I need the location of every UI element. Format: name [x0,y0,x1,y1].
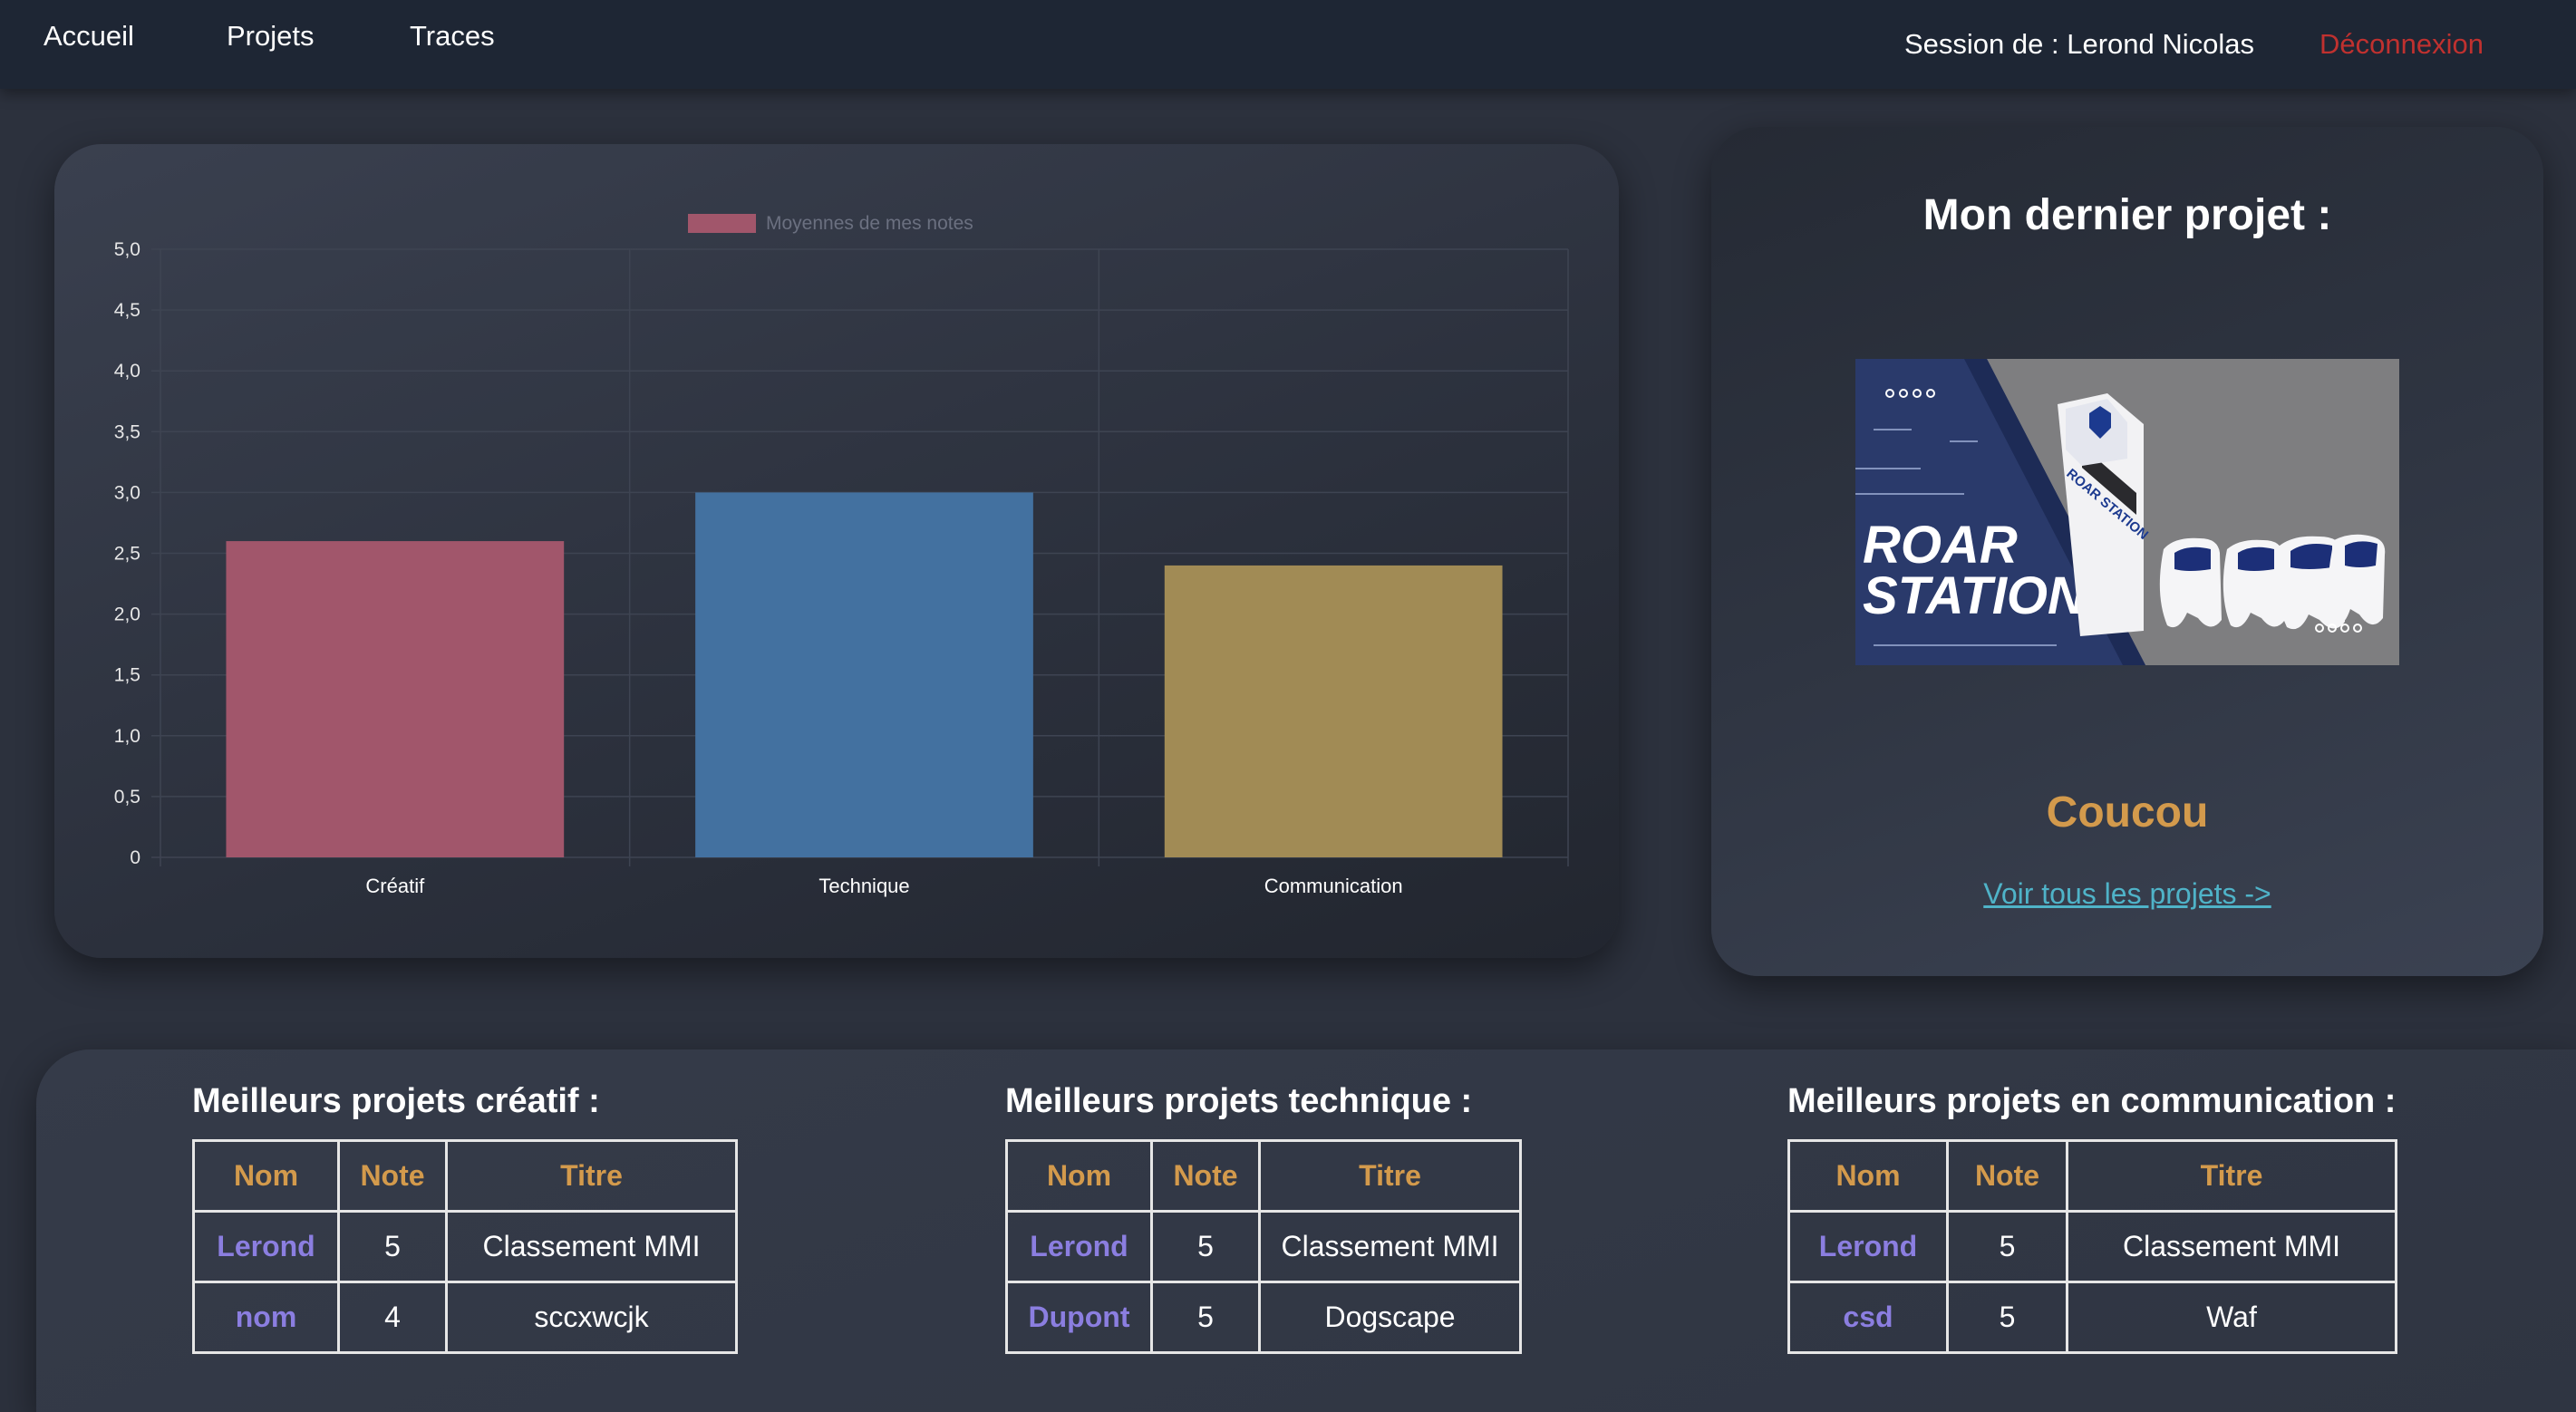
cell-titre: sccxwcjk [445,1281,738,1354]
bar-1 [695,492,1033,857]
y-tick-label: 1,5 [114,665,140,686]
cell-nom: Lerond [1787,1210,1949,1283]
table-title-communication: Meilleurs projets en communication : [1787,1082,2397,1120]
y-tick-label: 2,0 [114,604,140,625]
latest-project-card: Mon dernier projet : ROAR STATION ROAR S… [1711,127,2543,976]
session-label: Session de : Lerond Nicolas [1904,28,2255,60]
cell-note: 5 [1946,1281,2068,1354]
projects-table-creatif: Nom Note Titre Lerond 5 Classement MMI nom 4 scc… [192,1139,738,1354]
y-tick-label: 0,5 [114,787,140,808]
roar-station-image: ROAR STATION ROAR STATION [1855,359,2399,665]
x-tick-label: Créatif [365,875,425,897]
column-header-note: Note [1150,1139,1261,1213]
legend-swatch [688,214,756,233]
bar-chart: 0 0,5 1,0 1,5 2,0 2,5 3,0 3,5 4,0 4,5 5,0 Créatif Te… [114,213,1569,897]
latest-project-name: Coucou [2046,788,2209,837]
cell-nom: Dupont [1005,1281,1153,1354]
column-header-nom: Nom [1787,1139,1949,1213]
cell-nom: nom [192,1281,340,1354]
table-row[interactable]: Lerond 5 Classement MMI [1787,1210,2397,1283]
table-title-technique: Meilleurs projets technique : [1005,1082,1473,1120]
column-header-titre: Titre [2066,1139,2397,1213]
chart-card: 0 0,5 1,0 1,5 2,0 2,5 3,0 3,5 4,0 4,5 5,0 Créatif Te… [54,144,1619,958]
cell-nom: Lerond [1005,1210,1153,1283]
x-tick-label: Communication [1264,875,1403,897]
nav-link-projets[interactable]: Projets [227,20,314,53]
column-header-nom: Nom [1005,1139,1153,1213]
y-tick-label: 0 [130,847,140,868]
cell-titre: Waf [2066,1281,2397,1354]
cell-note: 5 [1150,1281,1261,1354]
y-tick-label: 4,0 [114,361,140,382]
y-tick-label: 5,0 [114,239,140,260]
logout-link[interactable]: Déconnexion [2319,28,2484,61]
cell-titre: Classement MMI [445,1210,738,1283]
table-row[interactable]: csd 5 Waf [1787,1281,2397,1354]
nav-link-traces[interactable]: Traces [410,20,495,53]
best-projects-technique: Meilleurs projets technique : Nom Note Titr… [1005,1082,1522,1354]
x-tick-label: Technique [818,875,909,897]
cell-note: 5 [1946,1210,2068,1283]
top-navbar: Accueil Projets Traces Session de : Lero… [0,0,2576,89]
column-header-nom: Nom [192,1139,340,1213]
y-tick-label: 1,0 [114,726,140,747]
bar-0 [226,541,565,857]
cell-note: 5 [1150,1210,1261,1283]
column-header-note: Note [1946,1139,2068,1213]
projects-table-communication: Nom Note Titre Lerond 5 Classement MMI csd 5 Waf [1787,1139,2397,1354]
table-header-row: Nom Note Titre [192,1139,738,1213]
cell-note: 5 [337,1210,448,1283]
see-all-projects-link[interactable]: Voir tous les projets -> [1711,877,2543,911]
image-text-station: STATION [1863,566,2087,625]
cell-titre: Classement MMI [2066,1210,2397,1283]
table-header-row: Nom Note Titre [1787,1139,2397,1213]
y-tick-label: 3,5 [114,421,140,442]
table-header-row: Nom Note Titre [1005,1139,1522,1213]
column-header-titre: Titre [445,1139,738,1213]
legend-label: Moyennes de mes notes [766,213,973,234]
best-projects-communication: Meilleurs projets en communication : Nom N… [1787,1082,2397,1354]
best-projects-creatif: Meilleurs projets créatif : Nom Note Titre L… [192,1082,738,1354]
y-tick-label: 2,5 [114,544,140,565]
project-thumbnail[interactable]: ROAR STATION ROAR STATION [1855,359,2399,665]
projects-table-technique: Nom Note Titre Lerond 5 Classement MMI Dupont 5… [1005,1139,1522,1354]
latest-project-heading: Mon dernier projet : [1922,191,2332,239]
table-title-creatif: Meilleurs projets créatif : [192,1082,600,1120]
cell-titre: Dogscape [1258,1281,1522,1354]
best-projects-section: Meilleurs projets créatif : Nom Note Titre L… [36,1049,2576,1412]
bar-2 [1164,565,1503,857]
y-tick-label: 4,5 [114,300,140,321]
column-header-note: Note [337,1139,448,1213]
nav-link-accueil[interactable]: Accueil [44,20,134,53]
cell-nom: csd [1787,1281,1949,1354]
table-row[interactable]: nom 4 sccxwcjk [192,1281,738,1354]
cell-titre: Classement MMI [1258,1210,1522,1283]
table-row[interactable]: Lerond 5 Classement MMI [1005,1210,1522,1283]
cell-note: 4 [337,1281,448,1354]
column-header-titre: Titre [1258,1139,1522,1213]
table-row[interactable]: Lerond 5 Classement MMI [192,1210,738,1283]
table-row[interactable]: Dupont 5 Dogscape [1005,1281,1522,1354]
y-tick-label: 3,0 [114,482,140,503]
cell-nom: Lerond [192,1210,340,1283]
